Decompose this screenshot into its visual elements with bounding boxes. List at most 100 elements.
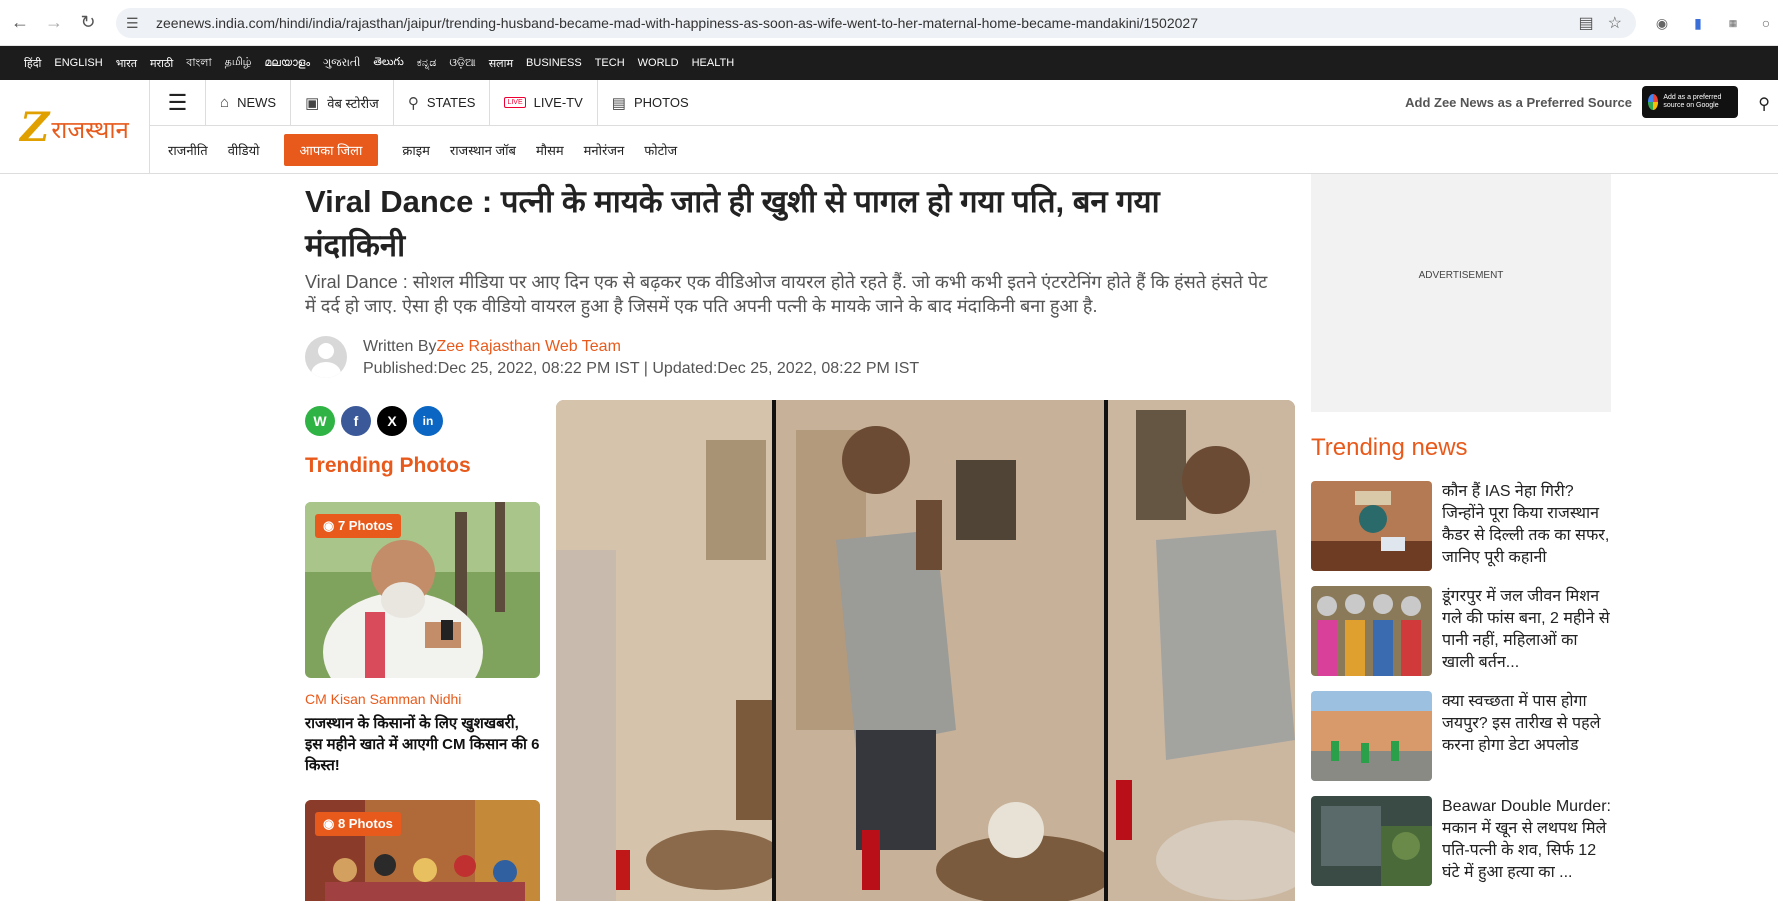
site-info-icon[interactable]: ☰ xyxy=(126,15,148,32)
lang-link[interactable]: தமிழ் xyxy=(225,56,252,70)
bookmark-star-icon[interactable]: ☆ xyxy=(1608,13,1622,33)
lang-link[interactable]: മലയാളം xyxy=(265,57,311,70)
url-text[interactable]: zeenews.india.com/hindi/india/rajasthan/… xyxy=(156,15,1198,31)
ad-label: ADVERTISEMENT xyxy=(1418,270,1504,281)
google-logo-icon xyxy=(1648,94,1659,110)
location-pin-icon: ⚲ xyxy=(407,94,419,112)
photo-count-badge: ◉ 8 Photos xyxy=(315,812,401,836)
written-by-label: Written By xyxy=(363,338,437,355)
nav-web-stories-label: वेब स्टोरीज xyxy=(327,95,379,111)
translate-icon[interactable]: ▤ xyxy=(1579,13,1594,33)
back-icon[interactable]: ← xyxy=(6,9,34,37)
trending-photos-title: Trending Photos xyxy=(305,454,471,477)
subnav-item[interactable]: वीडियो xyxy=(218,141,270,159)
lang-link[interactable]: ଓଡ଼ିଆ xyxy=(449,57,475,70)
lang-link[interactable]: ENGLISH xyxy=(54,57,102,69)
top-nav: ☰ ⌂ NEWS ▣ वेब स्टोरीज ⚲ STATES LIVE LIV… xyxy=(150,79,1778,126)
nav-news[interactable]: ⌂ NEWS xyxy=(206,79,292,126)
trending-photo-card[interactable]: ◉ 7 Photos xyxy=(305,502,540,678)
subnav-item[interactable]: मनोरंजन xyxy=(574,141,635,159)
linkedin-share-icon[interactable]: in xyxy=(413,406,443,436)
preferred-source-text: Add Zee News as a Preferred Source xyxy=(1405,94,1632,110)
google-button-label: Add as a preferred source on Google xyxy=(1663,94,1722,109)
photo-category[interactable]: CM Kisan Samman Nidhi xyxy=(305,691,461,707)
subnav-item[interactable]: राजनीति xyxy=(158,141,218,159)
photo-icon: ▤ xyxy=(611,94,626,112)
trending-news-item[interactable]: कौन हैं IAS नेहा गिरी? जिन्होंने पूरा कि… xyxy=(1311,481,1611,571)
lang-link[interactable]: सलाम xyxy=(489,56,513,71)
subnav-item[interactable]: मौसम xyxy=(526,141,574,159)
live-tv-icon: LIVE xyxy=(504,97,526,108)
publish-date: Published:Dec 25, 2022, 08:22 PM IST | U… xyxy=(363,360,920,377)
nav-photos-label: PHOTOS xyxy=(633,95,689,110)
share-buttons: W f X in xyxy=(305,406,443,436)
trending-news-title: Trending news xyxy=(1311,434,1468,461)
reload-icon[interactable]: ↻ xyxy=(74,9,102,37)
trending-news-item[interactable]: Beawar Double Murder: मकान में खून से लथ… xyxy=(1311,796,1611,886)
lang-link[interactable]: TECH xyxy=(595,57,625,69)
logo-z: Z xyxy=(20,103,50,151)
x-share-icon[interactable]: X xyxy=(377,406,407,436)
vivid-extension-icon[interactable]: ▦ xyxy=(1722,10,1744,36)
lang-link[interactable]: ગુજરાતી xyxy=(323,57,360,70)
article-video[interactable] xyxy=(556,400,1295,901)
news-headline[interactable]: Beawar Double Murder: मकान में खून से लथ… xyxy=(1442,796,1611,884)
language-bar: हिंदी ENGLISH भारत मराठी বাংলা தமிழ் മലയ… xyxy=(0,46,1778,80)
logo-text: राजस्थान xyxy=(51,116,129,144)
photo-headline[interactable]: राजस्थान के किसानों के लिए खुशखबरी, इस म… xyxy=(305,713,540,776)
news-thumbnail xyxy=(1311,586,1432,676)
news-headline[interactable]: कौन हैं IAS नेहा गिरी? जिन्होंने पूरा कि… xyxy=(1442,481,1611,569)
news-thumbnail xyxy=(1311,691,1432,781)
extensions-menu-icon[interactable]: ○ xyxy=(1756,10,1776,36)
nav-photos[interactable]: ▤ PHOTOS xyxy=(598,80,703,126)
google-preferred-source-button[interactable]: Add as a preferred source on Google xyxy=(1642,86,1738,118)
news-headline[interactable]: क्या स्वच्छता में पास होगा जयपुर? इस तार… xyxy=(1442,691,1611,779)
lang-link[interactable]: BUSINESS xyxy=(526,57,582,69)
preferred-source: Add Zee News as a Preferred Source Add a… xyxy=(1405,86,1738,118)
author-link[interactable]: Zee Rajasthan Web Team xyxy=(437,338,621,355)
video-frame xyxy=(556,400,1295,901)
lang-link[interactable]: తెలుగు xyxy=(373,56,403,71)
browser-toolbar: ← → ↻ ☰ zeenews.india.com/hindi/india/ra… xyxy=(0,0,1778,46)
forward-icon[interactable]: → xyxy=(40,9,68,37)
nav-live-tv-label: LIVE-TV xyxy=(533,95,583,110)
nav-news-label: NEWS xyxy=(237,95,277,110)
extension-icon[interactable]: ◉ xyxy=(1652,10,1672,36)
site-logo[interactable]: Z राजस्थान xyxy=(0,80,150,174)
lang-link[interactable]: HEALTH xyxy=(692,57,735,69)
lang-link[interactable]: WORLD xyxy=(638,57,679,69)
news-headline[interactable]: डूंगरपुर में जल जीवन मिशन गले की फांस बन… xyxy=(1442,586,1611,674)
lang-link[interactable]: मराठी xyxy=(150,56,173,71)
site-header: Z राजस्थान ☰ ⌂ NEWS ▣ वेब स्टोरीज ⚲ STAT… xyxy=(0,79,1778,174)
nav-states[interactable]: ⚲ STATES xyxy=(394,79,491,126)
advertisement-box[interactable]: ADVERTISEMENT xyxy=(1311,174,1611,412)
trending-news-item[interactable]: क्या स्वच्छता में पास होगा जयपुर? इस तार… xyxy=(1311,691,1611,781)
facebook-share-icon[interactable]: f xyxy=(341,406,371,436)
trending-photo-card[interactable]: ◉ 8 Photos xyxy=(305,800,540,901)
whatsapp-share-icon[interactable]: W xyxy=(305,406,335,436)
article-headline: Viral Dance : पत्नी के मायके जाते ही खुश… xyxy=(305,184,1160,263)
lang-link[interactable]: भारत xyxy=(116,56,137,71)
author-block: Written ByZee Rajasthan Web Team Publish… xyxy=(305,336,919,380)
web-stories-icon: ▣ xyxy=(305,94,320,112)
lang-link[interactable]: বাংলা xyxy=(186,54,211,73)
nav-live-tv[interactable]: LIVE LIVE-TV xyxy=(490,79,598,126)
nav-states-label: STATES xyxy=(426,95,476,110)
news-thumbnail xyxy=(1311,481,1432,571)
sub-nav: राजनीति वीडियो आपका जिला क्राइम राजस्थान… xyxy=(150,126,1778,174)
lang-link[interactable]: ಕನ್ನಡ xyxy=(417,57,437,70)
lang-link[interactable]: हिंदी xyxy=(24,56,41,71)
subnav-item[interactable]: राजस्थान जॉब xyxy=(440,141,526,159)
nav-web-stories[interactable]: ▣ वेब स्टोरीज xyxy=(291,79,394,126)
subnav-item-highlight[interactable]: आपका जिला xyxy=(283,134,379,166)
hamburger-menu-icon[interactable]: ☰ xyxy=(150,79,206,126)
search-icon[interactable]: ⚲ xyxy=(1758,94,1770,114)
author-avatar xyxy=(305,336,347,378)
audio-extension-icon[interactable]: ▮ xyxy=(1688,10,1708,36)
news-thumbnail xyxy=(1311,796,1432,886)
subnav-item[interactable]: क्राइम xyxy=(392,141,440,159)
trending-news-item[interactable]: डूंगरपुर में जल जीवन मिशन गले की फांस बन… xyxy=(1311,586,1611,676)
article-summary: Viral Dance : सोशल मीडिया पर आए दिन एक स… xyxy=(305,272,1268,316)
address-bar[interactable]: ☰ zeenews.india.com/hindi/india/rajastha… xyxy=(116,8,1636,38)
subnav-item[interactable]: फोटोज xyxy=(634,141,687,159)
